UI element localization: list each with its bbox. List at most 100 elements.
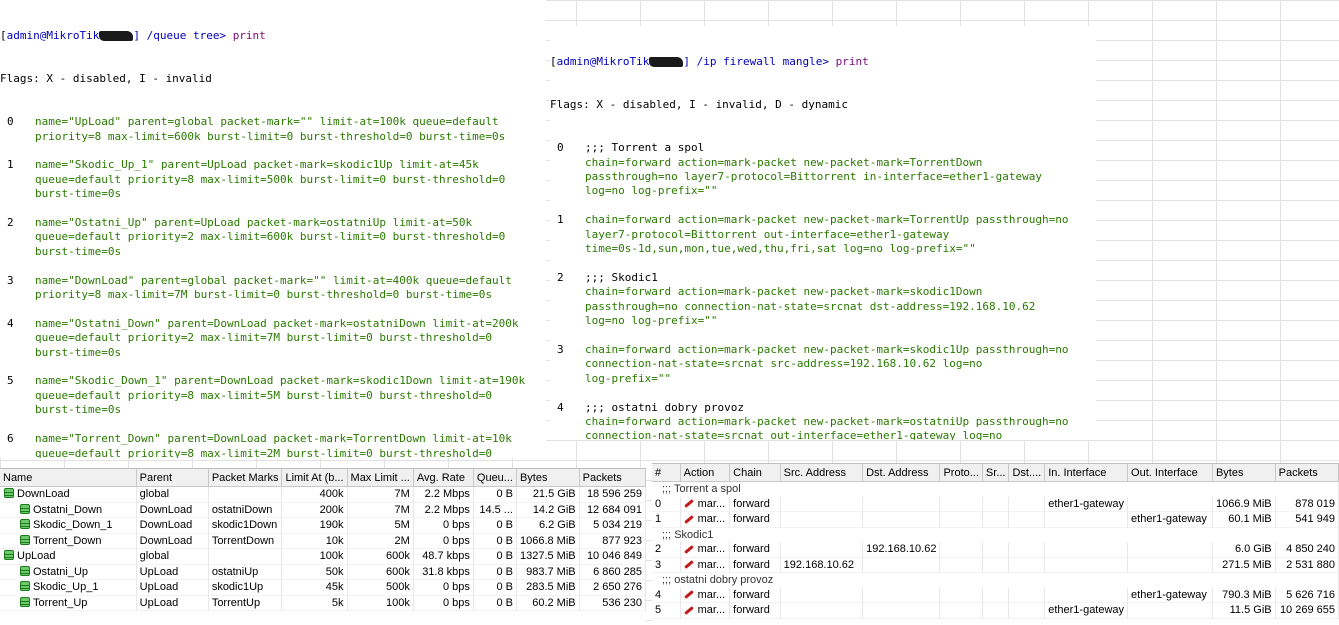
column-header[interactable]: Avg. Rate	[413, 469, 474, 487]
queue-row[interactable]: Ostatni_Up UpLoad ostatniUp 50k 600k 31.8 kbp…	[0, 564, 647, 580]
rule-cell-sp	[982, 542, 1010, 557]
column-header[interactable]: Packets	[579, 469, 647, 487]
queue-row[interactable]: DownLoad global 400k 7M 2.2 Mbps 0 B 21.5 GiB 1…	[0, 486, 647, 502]
column-header[interactable]: Packets	[1275, 464, 1339, 482]
column-header[interactable]: Chain	[729, 464, 781, 482]
pencil-icon	[683, 605, 694, 615]
rule-action: mar...	[697, 558, 726, 571]
mangle-rule-row[interactable]: 5 mar... forward ether1-gateway 11.5 GiB 10 2…	[652, 602, 1339, 618]
queue-name-cell[interactable]: UpLoad	[0, 548, 137, 564]
column-header[interactable]: #	[652, 464, 681, 482]
rule-cell-dp	[1008, 557, 1046, 573]
column-header[interactable]: Action	[680, 464, 731, 482]
rule-cell-out: ether1-gateway	[1127, 587, 1213, 603]
queue-cell-limit-at: 200k	[281, 502, 348, 518]
column-header[interactable]: Dst. Address	[862, 464, 941, 482]
entry-line: burst-time=0s	[35, 187, 122, 201]
queue-cell-max-limit: 600k	[347, 564, 414, 580]
entry-line: chain=forward action=mark-packet new-pac…	[585, 155, 983, 169]
mangle-rule-row[interactable]: 0 mar... forward ether1-gateway 1066.9 MiB 87…	[652, 496, 1339, 512]
rule-cell-dst	[862, 511, 941, 527]
queue-row[interactable]: Ostatni_Down DownLoad ostatniDown 200k 7M 2.2…	[0, 502, 647, 518]
mangle-rule-row[interactable]: 1 mar... forward ether1-gateway 60.1 MiB 541 …	[652, 511, 1339, 527]
queue-cell-packets: 12 684 091	[579, 502, 647, 518]
entry-body: chain=forward action=mark-packet new-pac…	[585, 213, 1096, 256]
queue-tree-terminal[interactable]: [admin@MikroTik] /queue tree> print Flag…	[0, 0, 546, 458]
queue-cell-marks: skodic1Down	[208, 517, 283, 533]
mangle-rule-row[interactable]: 4 mar... forward ether1-gateway 790.3 MiB 5 6…	[652, 587, 1339, 603]
column-header[interactable]: Out. Interface	[1127, 464, 1213, 482]
entry-number: 5	[7, 374, 14, 388]
mangle-rule-row[interactable]: 2 mar... forward 192.168.10.62 6.0 GiB 4 850 …	[652, 542, 1339, 557]
rule-cell-packets: 10 269 655	[1275, 602, 1339, 618]
column-header[interactable]: In. Interface	[1044, 464, 1129, 482]
entry-line: name="Torrent_Down" parent=DownLoad pack…	[35, 432, 512, 446]
column-header[interactable]: Bytes	[516, 469, 580, 487]
section-comment: ;;; Skodic1	[652, 527, 1339, 542]
queue-name-cell[interactable]: Ostatni_Down	[0, 502, 137, 518]
queue-cell-avg-rate: 2.2 Mbps	[413, 502, 474, 518]
rule-cell-in	[1044, 587, 1129, 603]
column-header[interactable]: Parent	[136, 469, 209, 487]
mangle-rule-row[interactable]: 3 mar... forward 192.168.10.62 271.5 MiB 2 53…	[652, 557, 1339, 573]
column-header[interactable]: Name	[0, 469, 137, 487]
column-header[interactable]: Max Limit ...	[347, 469, 414, 487]
queue-name-cell[interactable]: Torrent_Up	[0, 595, 137, 611]
queue-cell-limit-at: 190k	[281, 517, 348, 533]
rule-action-cell: mar...	[680, 542, 731, 557]
rule-cell-dp	[1008, 496, 1046, 512]
queue-row[interactable]: UpLoad global 100k 600k 48.7 kbps 0 B 1327.5 M…	[0, 548, 647, 564]
queue-cell-bytes: 283.5 MiB	[516, 579, 580, 595]
entry-number: 3	[7, 273, 14, 287]
queue-icon	[20, 519, 30, 530]
rule-cell-dp	[1008, 602, 1046, 618]
entry-body: name="Ostatni_Down" parent=DownLoad pack…	[35, 317, 546, 360]
queue-row[interactable]: Torrent_Down DownLoad TorrentDown 10k 2M 0 bp…	[0, 533, 647, 549]
column-header[interactable]: Sr...	[982, 464, 1010, 482]
column-header[interactable]: Limit At (b...	[281, 469, 348, 487]
queue-entries: 0 name="UpLoad" parent=global packet-mark…	[0, 115, 546, 458]
column-header[interactable]: Bytes	[1212, 464, 1276, 482]
rule-cell-src	[780, 511, 864, 527]
entry-line: connection-nat-state=srcnat src-address=…	[585, 357, 983, 371]
column-header[interactable]: Src. Address	[780, 464, 864, 482]
queue-cell-marks: TorrentUp	[208, 595, 283, 611]
mangle-list: # Action Chain Src. Address Dst. Address Prot…	[652, 463, 1339, 625]
rule-cell-chain: forward	[729, 542, 781, 557]
queue-name: Ostatni_Down	[33, 503, 103, 516]
column-header[interactable]: Dst....	[1008, 464, 1046, 482]
queue-row[interactable]: Torrent_Up UpLoad TorrentUp 5k 100k 0 bps 0 B6…	[0, 595, 647, 611]
rule-cell-src	[780, 587, 864, 603]
rule-cell-dst	[862, 587, 941, 603]
column-header[interactable]: Proto...	[939, 464, 983, 482]
queue-row[interactable]: Skodic_Down_1 DownLoad skodic1Down 190k 5M 0 …	[0, 517, 647, 533]
queue-row[interactable]: Skodic_Up_1 UpLoad skodic1Up 45k 500k 0 bps 0 …	[0, 579, 647, 595]
queue-cell-bytes: 983.7 MiB	[516, 564, 580, 580]
entry-line: burst-time=0s	[35, 244, 122, 258]
queue-icon	[20, 503, 30, 514]
queue-cell-limit-at: 5k	[281, 595, 348, 611]
queue-name-cell[interactable]: DownLoad	[0, 486, 137, 502]
entry-number: 4	[557, 400, 564, 414]
rule-number: 0	[652, 496, 681, 512]
rule-cell-in	[1044, 557, 1129, 573]
pencil-icon	[683, 514, 694, 524]
queue-name-cell[interactable]: Skodic_Up_1	[0, 579, 137, 595]
rule-number: 1	[652, 511, 681, 527]
queue-entry: 0 name="UpLoad" parent=global packet-mark…	[0, 115, 546, 144]
section-comment: ;;; ostatni dobry provoz	[652, 572, 1339, 588]
column-header[interactable]: Packet Marks	[208, 469, 283, 487]
mangle-terminal[interactable]: [admin@MikroTik] /ip firewall mangle> pr…	[550, 26, 1096, 440]
queue-name-cell[interactable]: Torrent_Down	[0, 533, 137, 549]
queue-name-cell[interactable]: Skodic_Down_1	[0, 517, 137, 533]
queue-name-cell[interactable]: Ostatni_Up	[0, 564, 137, 580]
queue-cell-packets: 877 923	[579, 533, 647, 549]
queue-icon	[20, 534, 30, 545]
column-header[interactable]: Queu...	[473, 469, 517, 487]
entry-number: 1	[557, 213, 564, 227]
queue-cell-marks	[208, 486, 283, 502]
entry-number: 2	[557, 270, 564, 284]
prompt-path: ] /ip firewall mangle>	[683, 54, 836, 68]
